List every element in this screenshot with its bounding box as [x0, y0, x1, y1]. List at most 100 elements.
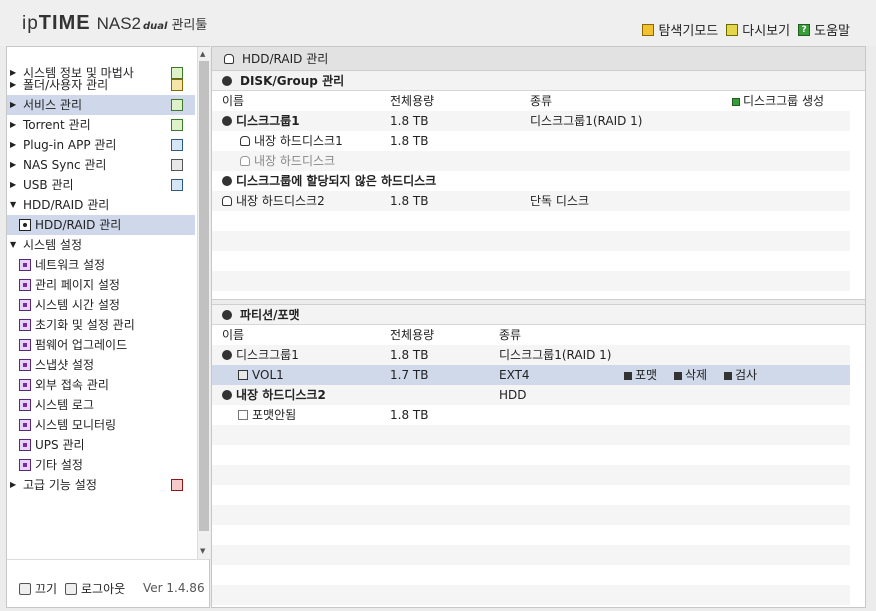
advanced-icon — [171, 479, 183, 491]
collapse-arrow-icon: ▼ — [10, 200, 17, 209]
scroll-down-icon[interactable]: ▼ — [200, 547, 205, 555]
table-row[interactable]: 포맷안됨 1.8 TB — [212, 405, 850, 425]
sidebar-subitem-reset[interactable]: 초기화 및 설정 관리 — [7, 315, 195, 335]
check-label: 검사 — [735, 368, 758, 382]
sidebar-item-service[interactable]: ▶ 서비스 관리 — [7, 95, 195, 115]
logout-button[interactable]: 로그아웃 — [65, 580, 125, 597]
settings-icon — [19, 459, 31, 471]
check-icon — [724, 372, 732, 380]
col-capacity: 전체용량 — [390, 94, 435, 108]
settings-icon — [19, 399, 31, 411]
sidebar-item-nas-sync[interactable]: ▶ NAS Sync 관리 — [7, 155, 195, 175]
table-row[interactable]: 디스크그룹1 1.8 TB 디스크그룹1(RAID 1) — [212, 111, 850, 131]
sidebar-subitem-firmware[interactable]: 펌웨어 업그레이드 — [7, 335, 195, 355]
sidebar: ▶ 시스템 정보 및 마법사 ▶ 폴더/사용자 관리 ▶ 서비스 관리 ▶ To… — [6, 46, 210, 608]
explorer-mode-link[interactable]: 탐색기모드 — [642, 20, 718, 39]
add-icon — [732, 98, 740, 106]
col-type: 종류 — [530, 94, 553, 108]
check-button[interactable]: 검사 — [724, 365, 757, 385]
logo-manager: 관리툴 — [171, 18, 208, 33]
sidebar-subitem-ups[interactable]: UPS 관리 — [7, 435, 195, 455]
hdd-icon — [222, 390, 232, 400]
expand-arrow-icon: ▶ — [10, 160, 17, 169]
sidebar-item-label: 폴더/사용자 관리 — [23, 78, 109, 92]
table-row[interactable]: VOL1 1.7 TB EXT4 포맷 삭제 검사 — [212, 365, 850, 385]
sidebar-item-usb[interactable]: ▶ USB 관리 — [7, 175, 195, 195]
power-off-button[interactable]: 끄기 — [19, 580, 57, 597]
sidebar-item-label: Plug-in APP 관리 — [23, 138, 117, 152]
table-row[interactable]: 내장 하드디스크1 1.8 TB — [212, 131, 850, 151]
sidebar-item-label: NAS Sync 관리 — [23, 158, 107, 172]
top-links: 탐색기모드 다시보기 ? 도움말 — [642, 20, 850, 39]
col-capacity: 전체용량 — [390, 328, 435, 342]
help-link[interactable]: ? 도움말 — [798, 20, 850, 39]
settings-icon — [19, 379, 31, 391]
disk-section-title: DISK/Group 관리 — [212, 71, 865, 91]
empty-row — [212, 565, 850, 585]
help-label: 도움말 — [814, 24, 850, 39]
sidebar-subitem-admin-page[interactable]: 관리 페이지 설정 — [7, 275, 195, 295]
expand-arrow-icon: ▶ — [10, 140, 17, 149]
sidebar-subitem-etc[interactable]: 기타 설정 — [7, 455, 195, 475]
empty-row — [212, 425, 850, 445]
sidebar-item-hdd-raid[interactable]: ▼ HDD/RAID 관리 — [7, 195, 195, 215]
logo-ip: ip — [22, 13, 39, 34]
table-row[interactable]: 디스크그룹1 1.8 TB 디스크그룹1(RAID 1) — [212, 345, 850, 365]
empty-row — [212, 271, 850, 291]
version-text: Ver 1.4.86 — [143, 581, 205, 595]
sidebar-subitem-hdd-raid[interactable]: HDD/RAID 관리 — [7, 215, 195, 235]
table-header: 이름 전체용량 종류 디스크그룹 생성 — [212, 91, 850, 111]
row-type: 디스크그룹1(RAID 1) — [530, 114, 643, 128]
sidebar-item-label: 시스템 로그 — [35, 398, 95, 412]
refresh-link[interactable]: 다시보기 — [726, 20, 790, 39]
sidebar-item-label: 외부 접속 관리 — [35, 378, 109, 392]
table-row[interactable]: 디스크그룹에 할당되지 않은 하드디스크 — [212, 171, 850, 191]
sidebar-item-advanced[interactable]: ▶ 고급 기능 설정 — [7, 475, 195, 495]
sidebar-item-label: 스냅샷 설정 — [35, 358, 95, 372]
empty-row — [212, 291, 850, 299]
row-capacity: 1.8 TB — [390, 114, 429, 128]
table-row[interactable]: 내장 하드디스크 — [212, 151, 850, 171]
sidebar-subitem-system-log[interactable]: 시스템 로그 — [7, 395, 195, 415]
sidebar-item-plugin-app[interactable]: ▶ Plug-in APP 관리 — [7, 135, 195, 155]
scroll-up-icon[interactable]: ▲ — [200, 50, 205, 58]
empty-row — [212, 585, 850, 605]
row-name: 포맷안됨 — [252, 408, 297, 422]
sidebar-subitem-external-access[interactable]: 외부 접속 관리 — [7, 375, 195, 395]
hdd-icon — [224, 53, 234, 64]
col-type: 종류 — [499, 328, 522, 342]
main-panel: HDD/RAID 관리 DISK/Group 관리 이름 전체용량 종류 디스크… — [211, 46, 866, 608]
format-button[interactable]: 포맷 — [624, 365, 657, 385]
sidebar-subitem-system-time[interactable]: 시스템 시간 설정 — [7, 295, 195, 315]
sidebar-subitem-snapshot[interactable]: 스냅샷 설정 — [7, 355, 195, 375]
empty-row — [212, 485, 850, 505]
empty-row — [212, 465, 850, 485]
scroll-thumb[interactable] — [199, 61, 209, 531]
disk-group-icon — [222, 350, 232, 360]
torrent-icon — [171, 119, 183, 131]
sidebar-subitem-monitoring[interactable]: 시스템 모니터링 — [7, 415, 195, 435]
sidebar-subitem-network[interactable]: 네트워크 설정 — [7, 255, 195, 275]
sidebar-item-torrent[interactable]: ▶ Torrent 관리 — [7, 115, 195, 135]
sidebar-item-label: 관리 페이지 설정 — [35, 278, 120, 292]
help-icon: ? — [798, 23, 811, 36]
sidebar-item-label: HDD/RAID 관리 — [35, 218, 122, 232]
row-capacity: 1.8 TB — [390, 194, 429, 208]
delete-button[interactable]: 삭제 — [674, 365, 707, 385]
sidebar-item-system-settings[interactable]: ▼ 시스템 설정 — [7, 235, 195, 255]
format-icon — [624, 372, 632, 380]
settings-icon — [19, 439, 31, 451]
sidebar-scrollbar[interactable]: ▲ ▼ — [197, 47, 210, 559]
partition-table: 이름 전체용량 종류 디스크그룹1 1.8 TB 디스크그룹1(RAID 1) … — [212, 325, 850, 605]
hdd-icon — [240, 136, 250, 146]
create-disk-group-button[interactable]: 디스크그룹 생성 — [732, 91, 824, 111]
sidebar-item-folder-user[interactable]: ▶ 폴더/사용자 관리 — [7, 75, 195, 95]
page-title: HDD/RAID 관리 — [212, 47, 865, 71]
expand-arrow-icon: ▶ — [10, 480, 17, 489]
row-capacity: 1.8 TB — [390, 348, 429, 362]
sidebar-item-label: 네트워크 설정 — [35, 258, 106, 272]
settings-icon — [19, 279, 31, 291]
table-row[interactable]: 내장 하드디스크2 HDD — [212, 385, 850, 405]
table-row[interactable]: 내장 하드디스크2 1.8 TB 단독 디스크 — [212, 191, 850, 211]
page-title-text: HDD/RAID 관리 — [242, 51, 329, 66]
